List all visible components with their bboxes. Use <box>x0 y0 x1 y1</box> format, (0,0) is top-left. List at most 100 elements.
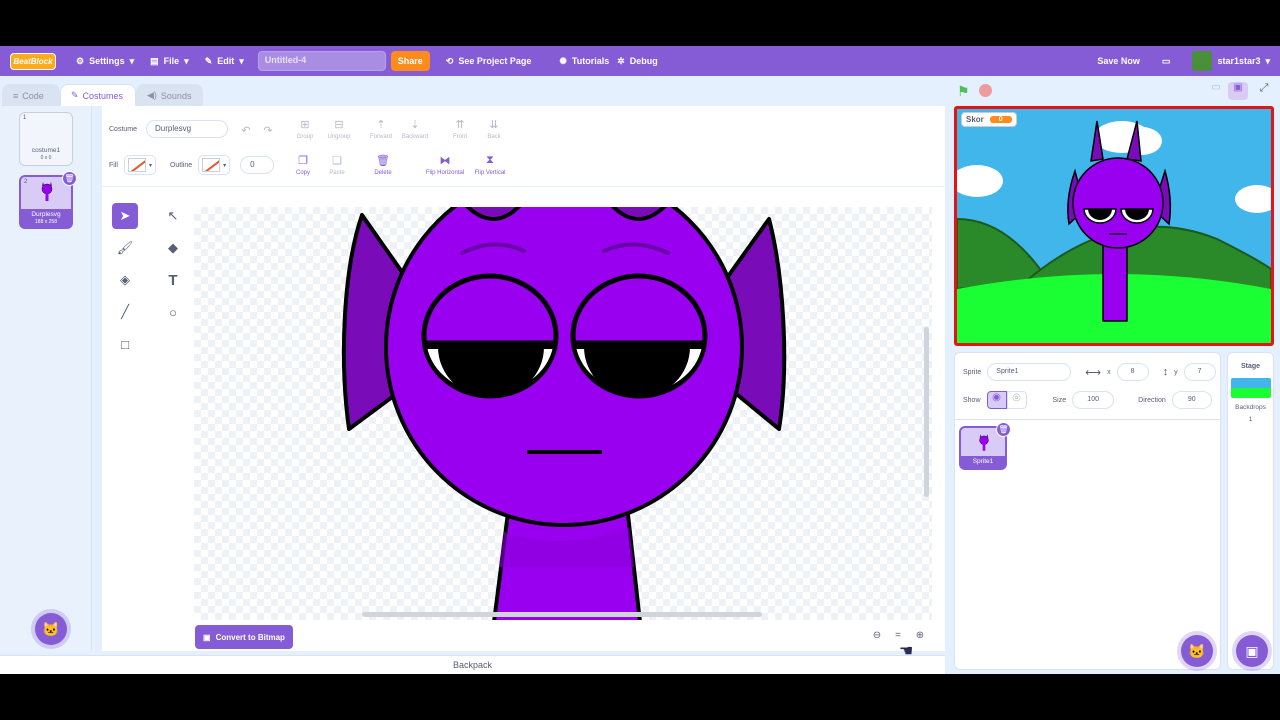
x-arrows-icon: ⟷ <box>1085 366 1102 379</box>
backward-button[interactable]: ⇣ Backward <box>398 118 432 140</box>
image-icon: ▣ <box>203 632 211 642</box>
outline-label: Outline <box>169 161 193 169</box>
front-button[interactable]: ⇈ Front <box>443 118 477 140</box>
copy-button[interactable]: ❐ Copy <box>286 154 320 176</box>
variable-monitor[interactable]: Skor 0 <box>961 112 1017 127</box>
stage-title: Stage <box>1240 363 1261 370</box>
chevron-down-icon: ▾ <box>184 55 189 66</box>
hide-icon[interactable]: ◎ <box>1006 391 1027 409</box>
save-now-button[interactable]: Save Now <box>1089 46 1148 76</box>
convert-to-bitmap-button[interactable]: ▣ Convert to Bitmap <box>195 625 293 649</box>
variable-name: Skor <box>966 115 984 124</box>
direction-label: Direction <box>1138 396 1166 404</box>
costume-tile-2[interactable]: 2 Durplesvg 188 x 258 🗑 <box>19 171 77 229</box>
delete-label: Delete <box>374 170 392 176</box>
choose-sprite-button[interactable]: 🐱 <box>1181 635 1213 667</box>
sprite-tile-name: Sprite1 <box>961 456 1005 468</box>
chevron-down-icon: ▾ <box>223 162 227 169</box>
group-button[interactable]: ⊞ Group <box>288 118 322 140</box>
logo[interactable]: BeatBlock <box>10 52 56 70</box>
show-visible-icon[interactable]: ◉ <box>986 391 1007 409</box>
see-project-page-button[interactable]: ⟲ See Project Page <box>438 46 540 76</box>
copy-label: Copy <box>295 170 310 176</box>
direction-input[interactable]: 90 <box>1171 391 1212 409</box>
brush-tool-icon[interactable]: 🖌 <box>112 235 138 261</box>
trash-icon: 🗑 <box>376 155 390 167</box>
eraser-tool-icon[interactable]: ◆ <box>160 235 186 261</box>
delete-button[interactable]: 🗑 Delete <box>366 154 400 176</box>
size-label: Size <box>1052 396 1067 404</box>
share-button[interactable]: Share <box>390 51 430 71</box>
back-button[interactable]: ⇊ Back <box>477 118 511 140</box>
paste-icon: ❏ <box>332 155 342 167</box>
vertical-scrollbar[interactable] <box>924 327 929 497</box>
outline-width-input[interactable]: 0 <box>240 156 275 174</box>
stage[interactable]: Skor 0 <box>954 106 1274 346</box>
costume-name-input[interactable]: Durplesvg <box>146 120 229 138</box>
tab-code[interactable]: ≡ Code <box>2 84 60 106</box>
costume-tile-1[interactable]: 1 costume1 0 x 0 <box>19 112 73 166</box>
group-icon: ⊞ <box>300 119 310 131</box>
backdrop-thumbnail <box>1230 378 1271 398</box>
small-stage-icon[interactable]: ▭ <box>1206 82 1226 100</box>
outline-color-picker[interactable]: ▾ <box>198 155 231 175</box>
project-title-input[interactable]: Untitled-4 <box>257 51 386 71</box>
drawing-canvas[interactable] <box>194 207 932 620</box>
file-menu[interactable]: ▤ File ▾ <box>142 46 197 76</box>
rectangle-tool-icon[interactable]: □ <box>112 331 138 357</box>
choose-backdrop-button[interactable]: ▣ <box>1236 635 1268 667</box>
fill-color-picker[interactable]: ▾ <box>123 155 156 175</box>
account-menu[interactable]: star1star3 ▾ <box>1184 46 1280 76</box>
trash-icon[interactable]: 🗑 <box>996 422 1011 437</box>
my-stuff-folder-icon[interactable]: ▭ <box>1148 46 1185 76</box>
tab-costumes[interactable]: ✎ Costumes <box>60 84 136 106</box>
costume-number: 2 <box>24 179 28 185</box>
pencil-icon: ✎ <box>204 55 213 66</box>
forward-button[interactable]: ⇡ Forward <box>364 118 398 140</box>
sprite-name-input[interactable]: Sprite1 <box>987 363 1072 381</box>
large-stage-icon[interactable]: ▣ <box>1228 82 1248 100</box>
y-input[interactable]: 7 <box>1183 363 1216 381</box>
avatar <box>1192 51 1213 71</box>
text-tool-icon[interactable]: T <box>160 267 186 293</box>
sprite-tile[interactable]: Sprite1 🗑 <box>959 422 1011 470</box>
paste-button[interactable]: ❏ Paste <box>320 154 354 176</box>
reshape-tool-icon[interactable]: ↖ <box>160 203 186 229</box>
flip-horizontal-icon: ⧓ <box>439 155 451 167</box>
select-tool-icon[interactable]: ➤ <box>112 203 138 229</box>
link-icon: ⟲ <box>445 55 454 66</box>
sprite-name-label: Sprite <box>963 368 982 376</box>
forward-label: Forward <box>369 134 392 140</box>
x-input[interactable]: 8 <box>1116 363 1149 381</box>
green-flag-icon[interactable]: ⚑ <box>957 83 970 100</box>
settings-menu[interactable]: ⚙ Settings ▾ <box>68 46 142 76</box>
choose-costume-button[interactable]: 🐱 <box>35 613 67 645</box>
chevron-down-icon: ▾ <box>239 55 244 66</box>
ungroup-button[interactable]: ⊟ Ungroup <box>322 118 356 140</box>
tab-sounds[interactable]: ◀) Sounds <box>136 84 203 106</box>
stage-selector-pane[interactable]: Stage Backdrops 1 ▣ <box>1227 352 1274 670</box>
flip-horizontal-button[interactable]: ⧓ Flip Horizontal <box>420 154 470 176</box>
stop-icon[interactable] <box>979 84 992 97</box>
edit-menu[interactable]: ✎ Edit ▾ <box>197 46 252 76</box>
tutorials-button[interactable]: ✺ Tutorials <box>551 46 617 76</box>
size-input[interactable]: 100 <box>1072 391 1115 409</box>
trash-icon[interactable]: 🗑 <box>62 171 77 186</box>
fullscreen-icon[interactable]: ⤢ <box>1254 82 1274 100</box>
debug-button[interactable]: ✲ Debug <box>617 46 666 76</box>
zoom-out-icon[interactable]: ⊖ <box>867 625 887 645</box>
flip-vertical-button[interactable]: ⧗ Flip Vertical <box>470 154 510 176</box>
horizontal-scrollbar[interactable] <box>362 612 762 617</box>
undo-icon[interactable]: ↶ <box>237 122 255 138</box>
sprite-thumbnail <box>979 434 989 451</box>
circle-tool-icon[interactable]: ○ <box>160 299 186 325</box>
backpack-bar[interactable]: Backpack <box>0 655 945 674</box>
settings-label: Settings <box>89 56 125 66</box>
tab-code-label: Code <box>22 90 44 101</box>
redo-icon[interactable]: ↷ <box>259 122 277 138</box>
tab-sounds-label: Sounds <box>160 90 192 101</box>
file-label: File <box>163 56 180 66</box>
line-tool-icon[interactable]: ╱ <box>112 299 138 325</box>
code-icon: ≡ <box>13 90 19 101</box>
fill-tool-icon[interactable]: ◈ <box>112 267 138 293</box>
